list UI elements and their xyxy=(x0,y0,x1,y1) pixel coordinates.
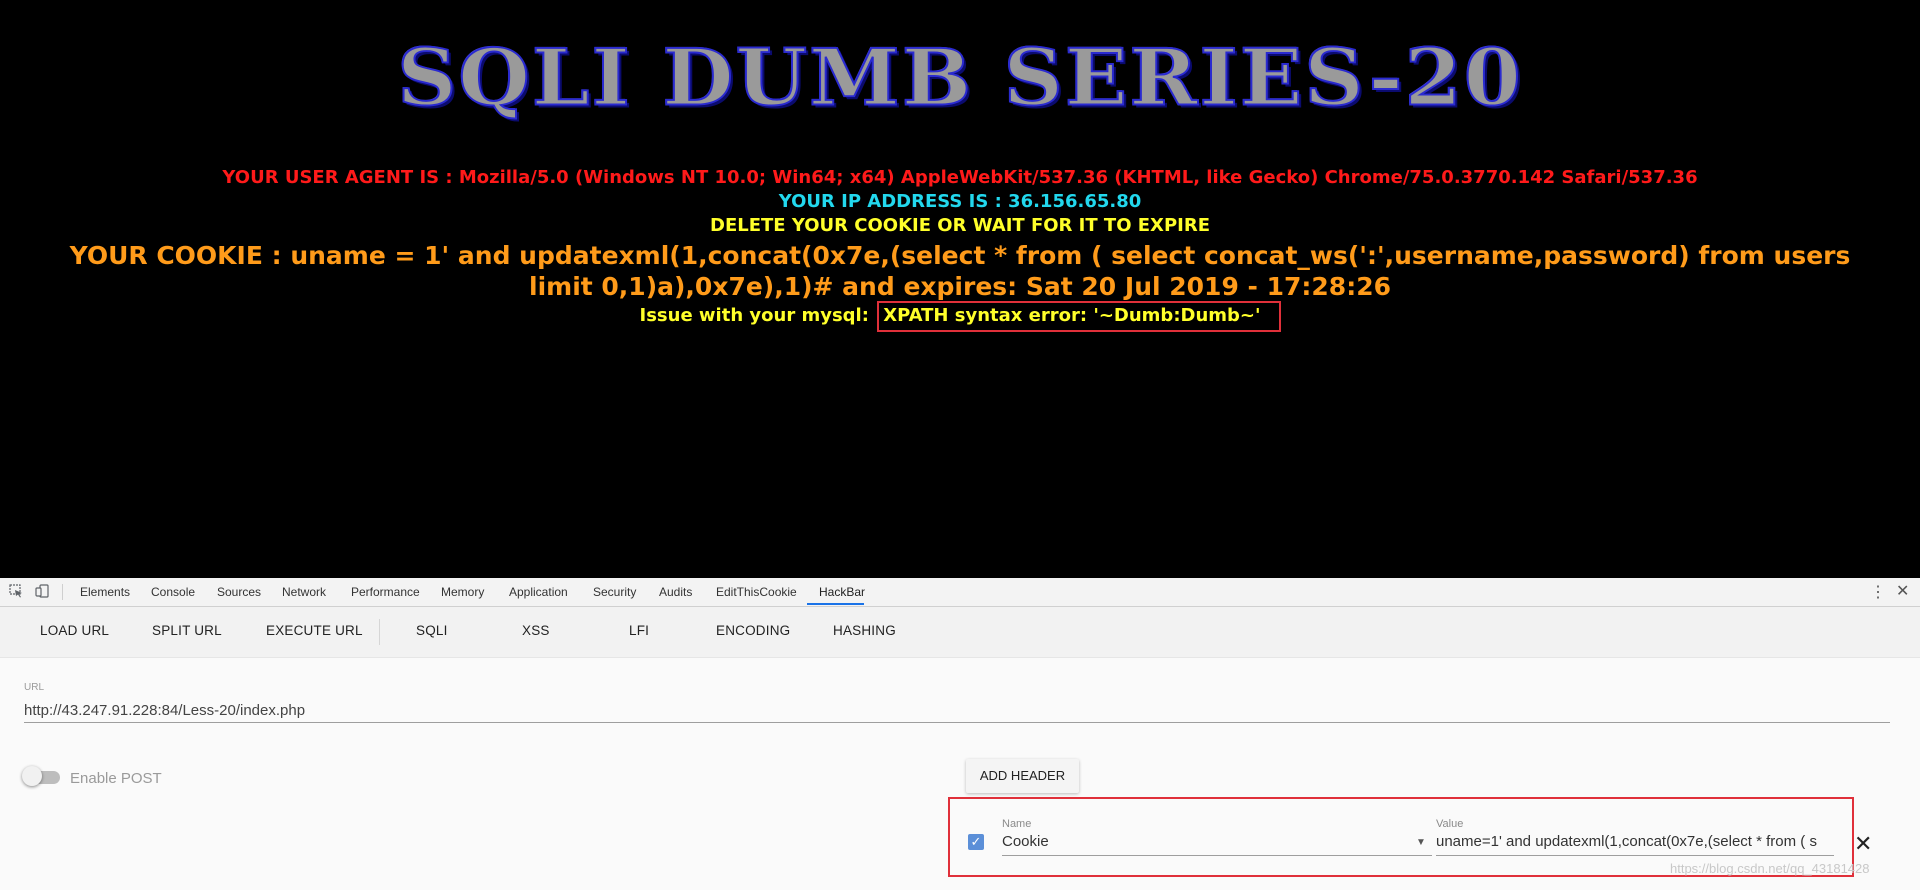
tab-sources[interactable]: Sources xyxy=(217,585,261,599)
devtools-separator xyxy=(62,584,63,600)
user-agent-line: YOUR USER AGENT IS : Mozilla/5.0 (Window… xyxy=(222,167,1698,188)
delete-cookie-line: DELETE YOUR COOKIE OR WAIT FOR IT TO EXP… xyxy=(710,215,1210,236)
devtools-tabbar: Elements Console Sources Network Perform… xyxy=(0,578,1920,607)
url-input[interactable] xyxy=(24,698,1890,723)
split-url-button[interactable]: SPLIT URL xyxy=(152,623,222,638)
toolbar-separator xyxy=(379,619,380,645)
hackbar-toolbar: LOAD URL SPLIT URL EXECUTE URL SQLI XSS … xyxy=(0,607,1920,658)
hashing-menu-button[interactable]: HASHING xyxy=(833,623,896,638)
tab-memory[interactable]: Memory xyxy=(441,585,484,599)
execute-url-button[interactable]: EXECUTE URL xyxy=(266,623,363,638)
sqli-menu-button[interactable]: SQLI xyxy=(416,623,448,638)
xss-menu-button[interactable]: XSS xyxy=(522,623,550,638)
remove-header-icon[interactable]: ✕ xyxy=(1854,831,1872,857)
close-devtools-icon[interactable]: ✕ xyxy=(1896,581,1909,601)
page-content: SQLI DUMB SERIES-20 YOUR USER AGENT IS :… xyxy=(0,0,1920,578)
header-name-label: Name xyxy=(1002,818,1032,830)
tab-console[interactable]: Console xyxy=(151,585,195,599)
toggle-knob xyxy=(22,766,42,786)
tab-application[interactable]: Application xyxy=(509,585,568,599)
tab-elements[interactable]: Elements xyxy=(80,585,130,599)
lfi-menu-button[interactable]: LFI xyxy=(629,623,649,638)
add-header-button[interactable]: ADD HEADER xyxy=(966,759,1079,793)
device-toolbar-icon[interactable] xyxy=(35,584,51,598)
header-enabled-checkbox[interactable]: ✓ xyxy=(968,834,984,850)
header-value-label: Value xyxy=(1436,818,1464,830)
mysql-issue-line: Issue with your mysql: XPATH syntax erro… xyxy=(0,301,1920,332)
enable-post-label: Enable POST xyxy=(70,770,162,787)
mysql-error-highlight: XPATH syntax error: '~Dumb:Dumb~' xyxy=(877,301,1281,332)
devtools-panel: Elements Console Sources Network Perform… xyxy=(0,578,1920,890)
tab-editthiscookie[interactable]: EditThisCookie xyxy=(716,585,797,599)
header-name-select[interactable]: Cookie xyxy=(1002,833,1432,856)
header-value-input[interactable]: uname=1' and updatexml(1,concat(0x7e,(se… xyxy=(1436,833,1834,856)
mysql-issue-prefix: Issue with your mysql: xyxy=(639,305,869,326)
tab-hackbar[interactable]: HackBar xyxy=(819,585,865,599)
load-url-button[interactable]: LOAD URL xyxy=(40,623,109,638)
page-banner: SQLI DUMB SERIES-20 xyxy=(396,31,1523,124)
encoding-menu-button[interactable]: ENCODING xyxy=(716,623,790,638)
tab-performance[interactable]: Performance xyxy=(351,585,420,599)
watermark: https://blog.csdn.net/qq_43181428 xyxy=(1670,861,1870,876)
active-tab-indicator xyxy=(807,603,864,605)
url-label: URL xyxy=(24,682,45,693)
ip-address-line: YOUR IP ADDRESS IS : 36.156.65.80 xyxy=(778,191,1142,212)
more-options-icon[interactable]: ⋮ xyxy=(1870,582,1886,602)
tab-network[interactable]: Network xyxy=(282,585,326,599)
tab-security[interactable]: Security xyxy=(593,585,636,599)
enable-post-toggle[interactable] xyxy=(22,766,60,786)
cookie-line: YOUR COOKIE : uname = 1' and updatexml(1… xyxy=(69,241,1851,301)
inspect-icon[interactable] xyxy=(9,584,25,598)
chevron-down-icon[interactable]: ▼ xyxy=(1416,837,1426,848)
tab-audits[interactable]: Audits xyxy=(659,585,692,599)
